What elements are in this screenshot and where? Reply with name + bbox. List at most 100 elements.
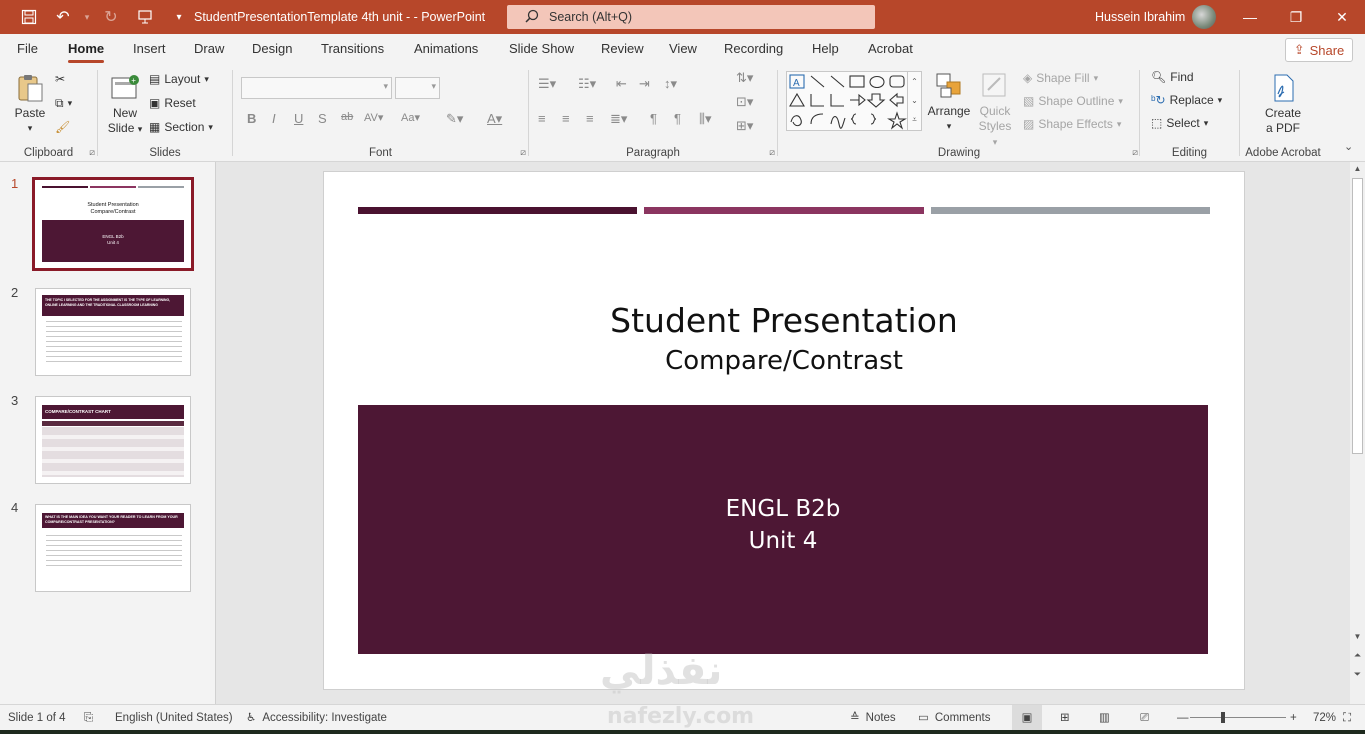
zoom-slider[interactable] bbox=[1190, 717, 1286, 718]
change-case-icon[interactable]: Aa▾ bbox=[401, 111, 420, 124]
shapes-gallery[interactable]: A bbox=[786, 71, 922, 131]
save-icon[interactable] bbox=[14, 2, 44, 32]
select-button[interactable]: ⬚ Select ▾ bbox=[1151, 116, 1208, 130]
quick-styles-button[interactable]: Quick Styles ▾ bbox=[975, 70, 1015, 150]
shadow-icon[interactable]: S bbox=[318, 111, 327, 126]
slide-box-text[interactable]: ENGL B2b Unit 4 bbox=[358, 493, 1208, 557]
reset-button[interactable]: ▣ Reset bbox=[149, 96, 196, 110]
collapse-ribbon-icon[interactable]: ⌄ bbox=[1344, 140, 1353, 153]
shape-outline-button[interactable]: ▧ Shape Outline ▾ bbox=[1023, 94, 1123, 108]
section-button[interactable]: ▦ Section ▾ bbox=[149, 120, 213, 134]
scrollbar-thumb[interactable] bbox=[1352, 178, 1363, 454]
tab-design[interactable]: Design bbox=[252, 34, 292, 64]
tab-help[interactable]: Help bbox=[812, 34, 839, 64]
slide-sorter-icon[interactable]: ⊞ bbox=[1060, 705, 1070, 731]
redo-icon[interactable]: ↻ bbox=[96, 2, 126, 32]
tab-insert[interactable]: Insert bbox=[133, 34, 166, 64]
justify-icon[interactable]: ≣▾ bbox=[610, 111, 627, 127]
scroll-up-icon[interactable]: ▲ bbox=[1350, 164, 1365, 173]
vertical-scrollbar[interactable]: ▲ ▼ ⏶ ⏷ bbox=[1350, 162, 1365, 704]
undo-icon[interactable]: ↶ bbox=[48, 2, 78, 32]
copy-icon[interactable]: ⧉ ▾ bbox=[55, 96, 72, 111]
columns-icon[interactable]: ⫼▾ bbox=[699, 111, 712, 127]
close-icon[interactable]: ✕ bbox=[1319, 0, 1365, 34]
font-color-icon[interactable]: A▾ bbox=[487, 111, 502, 127]
smartart-icon[interactable]: ⊞▾ bbox=[736, 118, 753, 134]
share-button[interactable]: ⇪ Share bbox=[1285, 38, 1353, 62]
tab-file[interactable]: File bbox=[17, 34, 38, 64]
replace-button[interactable]: ᵇ↻ Replace ▾ bbox=[1151, 93, 1222, 107]
user-name[interactable]: Hussein Ibrahim bbox=[1095, 0, 1185, 34]
reading-view-icon[interactable]: ▥ bbox=[1099, 705, 1110, 731]
font-launcher-icon[interactable]: ⧄ bbox=[520, 147, 526, 158]
comments-button[interactable]: ▭ Comments bbox=[918, 705, 990, 731]
format-painter-icon[interactable]: 🖌 bbox=[55, 120, 70, 134]
font-size-field[interactable]: ▾ bbox=[395, 77, 440, 99]
increase-indent-icon[interactable]: ⇥ bbox=[639, 76, 650, 92]
tab-acrobat[interactable]: Acrobat bbox=[868, 34, 913, 64]
shape-effects-button[interactable]: ▨ Shape Effects ▾ bbox=[1023, 117, 1121, 131]
paragraph-launcher-icon[interactable]: ⧄ bbox=[769, 147, 775, 158]
slide-thumbnail-2[interactable]: THE TOPIC I SELECTED FOR THE ASSIGNMENT … bbox=[35, 288, 191, 376]
next-slide-icon[interactable]: ⏷ bbox=[1350, 669, 1365, 680]
undo-dropdown-icon[interactable]: ▾ bbox=[82, 2, 92, 32]
slide-thumbnail-3[interactable]: COMPARE/CONTRAST CHART bbox=[35, 396, 191, 484]
accessibility-button[interactable]: ♿︎ Accessibility: Investigate bbox=[246, 705, 387, 731]
paste-dropdown-icon[interactable]: ▾ bbox=[28, 121, 33, 136]
paste-button[interactable]: Paste ▾ bbox=[10, 72, 50, 136]
restore-icon[interactable]: ❐ bbox=[1273, 0, 1319, 34]
highlight-icon[interactable]: ✎▾ bbox=[446, 111, 463, 127]
layout-button[interactable]: ▤ Layout ▾ bbox=[149, 72, 209, 86]
shape-fill-button[interactable]: ◈ Shape Fill ▾ bbox=[1023, 71, 1098, 85]
tab-draw[interactable]: Draw bbox=[194, 34, 224, 64]
customize-qat-icon[interactable]: ▾ bbox=[164, 2, 194, 32]
bold-icon[interactable]: B bbox=[247, 111, 256, 126]
shapes-scroll-icon[interactable]: ⌃ ⌄ ⩡ bbox=[907, 72, 921, 130]
drawing-launcher-icon[interactable]: ⧄ bbox=[1132, 147, 1138, 158]
bullets-icon[interactable]: ☰▾ bbox=[538, 76, 556, 92]
char-spacing-icon[interactable]: AV▾ bbox=[364, 111, 383, 124]
numbering-icon[interactable]: ☷▾ bbox=[578, 76, 596, 92]
spelling-icon[interactable]: ⎘ bbox=[84, 705, 93, 731]
font-name-field[interactable]: ▾ bbox=[241, 77, 392, 99]
normal-view-icon[interactable]: ▣ bbox=[1012, 705, 1042, 731]
strikethrough-icon[interactable]: ab bbox=[341, 111, 353, 123]
align-center-icon[interactable]: ≡ bbox=[562, 111, 570, 126]
cut-icon[interactable]: ✂ bbox=[55, 72, 65, 86]
slide-thumbnail-1[interactable]: Student Presentation Compare/Contrast EN… bbox=[32, 177, 194, 271]
tab-home[interactable]: Home bbox=[68, 34, 105, 64]
underline-icon[interactable]: U bbox=[294, 111, 303, 126]
zoom-level[interactable]: 72% bbox=[1313, 705, 1336, 731]
find-button[interactable]: 🔍︎ Find bbox=[1151, 70, 1194, 84]
align-right-icon[interactable]: ≡ bbox=[586, 111, 594, 126]
minimize-icon[interactable]: — bbox=[1227, 0, 1273, 34]
search-box[interactable]: Search (Alt+Q) bbox=[507, 5, 875, 29]
notes-button[interactable]: ≙ Notes bbox=[850, 705, 896, 731]
tab-animations[interactable]: Animations bbox=[414, 34, 478, 64]
ltr-icon[interactable]: ¶ bbox=[650, 111, 657, 126]
align-text-icon[interactable]: ⊡▾ bbox=[736, 94, 753, 110]
text-direction-icon[interactable]: ⇅▾ bbox=[736, 70, 753, 86]
tab-transitions[interactable]: Transitions bbox=[321, 34, 384, 64]
rtl-icon[interactable]: ¶ bbox=[674, 111, 681, 126]
tab-recording[interactable]: Recording bbox=[724, 34, 783, 64]
zoom-slider-handle[interactable] bbox=[1221, 712, 1226, 723]
decrease-indent-icon[interactable]: ⇤ bbox=[616, 76, 627, 92]
language-indicator[interactable]: English (United States) bbox=[115, 705, 233, 731]
zoom-out-icon[interactable]: — bbox=[1177, 705, 1189, 731]
create-pdf-button[interactable]: Create a PDF bbox=[1256, 72, 1310, 136]
zoom-in-icon[interactable]: + bbox=[1290, 705, 1297, 731]
previous-slide-icon[interactable]: ⏶ bbox=[1350, 650, 1365, 661]
scroll-down-icon[interactable]: ▼ bbox=[1350, 632, 1365, 641]
tab-slide-show[interactable]: Slide Show bbox=[509, 34, 574, 64]
avatar[interactable] bbox=[1192, 5, 1216, 29]
clipboard-launcher-icon[interactable]: ⧄ bbox=[89, 147, 95, 158]
tab-review[interactable]: Review bbox=[601, 34, 644, 64]
italic-icon[interactable]: I bbox=[272, 111, 276, 126]
slide-title[interactable]: Student Presentation bbox=[323, 301, 1245, 340]
slide-subtitle[interactable]: Compare/Contrast bbox=[323, 346, 1245, 376]
line-spacing-icon[interactable]: ↕▾ bbox=[664, 76, 677, 92]
new-slide-button[interactable]: + New Slide ▾ bbox=[104, 72, 146, 137]
tab-view[interactable]: View bbox=[669, 34, 697, 64]
align-left-icon[interactable]: ≡ bbox=[538, 111, 546, 126]
